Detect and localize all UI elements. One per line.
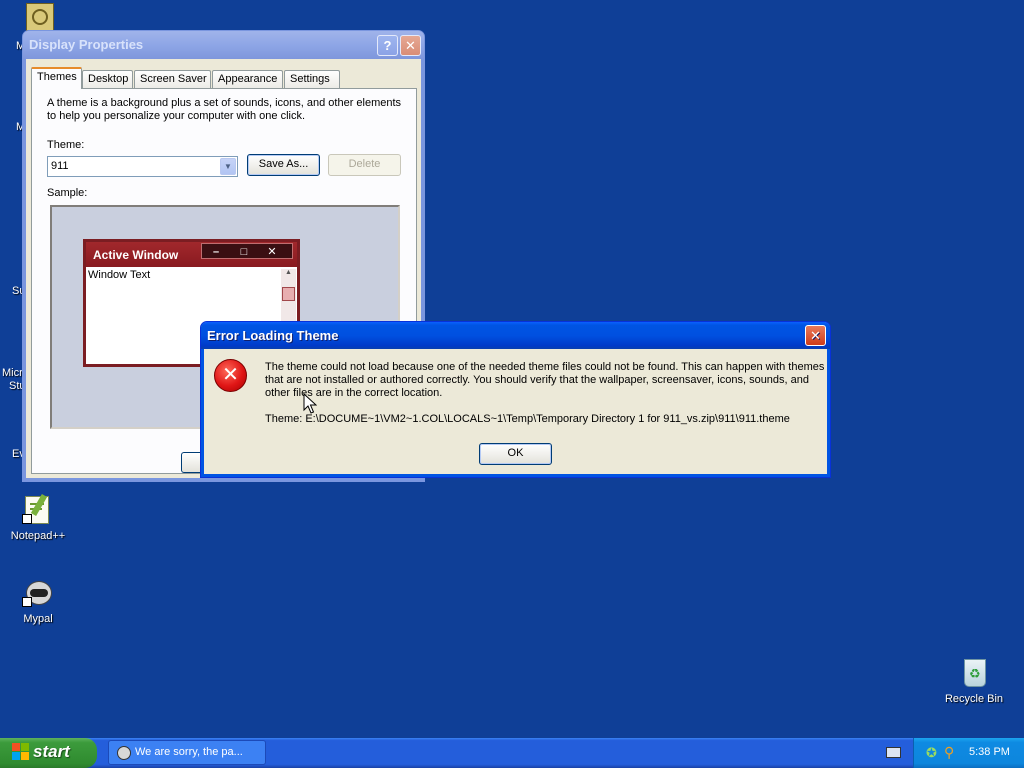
display-properties-titlebar[interactable]: Display Properties ? ✕	[23, 31, 424, 59]
tab-appearance[interactable]: Appearance	[212, 70, 283, 88]
device-icon	[32, 9, 48, 25]
taskbar-button-mypal[interactable]: We are sorry, the pa...	[108, 740, 266, 765]
sample-window-title: Active Window	[93, 248, 179, 262]
error-message-line1: The theme could not load because one of …	[265, 361, 825, 373]
clock[interactable]: 5:38 PM	[969, 746, 1010, 758]
close-icon: ✕	[267, 246, 277, 258]
search-icon[interactable]: ⚲	[944, 744, 954, 761]
theme-label: Theme:	[47, 139, 85, 151]
notepadpp-icon: ↗	[22, 493, 54, 526]
error-dialog-title: Error Loading Theme	[207, 328, 339, 343]
tab-screen-saver[interactable]: Screen Saver	[134, 70, 211, 88]
error-icon: ✕	[214, 359, 247, 392]
close-icon: ✕	[405, 38, 416, 53]
desktop-icon-notepadpp[interactable]: ↗ Notepad++	[0, 493, 76, 542]
start-label: start	[33, 742, 70, 761]
desktop-icon-mypal[interactable]: ↗ Mypal	[0, 577, 76, 625]
mouse-cursor-icon	[303, 393, 317, 414]
sample-window-text: Window Text	[88, 269, 151, 281]
error-message-line2: that are not installed or authored corre…	[265, 374, 810, 386]
minimize-icon: –	[212, 246, 220, 258]
recycle-bin-icon: ♻	[958, 657, 990, 689]
tab-desktop[interactable]: Desktop	[82, 70, 133, 88]
theme-description-line2: to help you personalize your computer wi…	[47, 110, 306, 122]
tab-themes[interactable]: Themes	[31, 67, 82, 89]
maximize-icon: □	[240, 246, 248, 258]
tab-settings[interactable]: Settings	[284, 70, 340, 88]
scroll-up-icon: ▲	[285, 269, 292, 276]
desktop-icon-top-partial[interactable]	[26, 3, 54, 31]
keyboard-icon[interactable]	[886, 747, 901, 758]
error-message-line3: other files are in the correct location.	[265, 387, 443, 399]
mypal-label: Mypal	[23, 613, 53, 625]
taskbar: start We are sorry, the pa... ✪ ⚲ 5:38 P…	[0, 738, 1024, 768]
close-button[interactable]: ✕	[400, 35, 421, 56]
sample-label: Sample:	[47, 187, 88, 199]
desktop-icon-recycle-bin[interactable]: ♻ Recycle Bin	[936, 657, 1012, 705]
notepadpp-label: Notepad++	[10, 530, 66, 542]
theme-dropdown-value: 911	[51, 160, 69, 172]
error-loading-theme-dialog: Error Loading Theme ✕ ✕ The theme could …	[200, 321, 831, 478]
ok-button[interactable]: OK	[479, 443, 552, 465]
recycle-bin-label: Recycle Bin	[944, 693, 1004, 705]
delete-button[interactable]: Delete	[328, 154, 401, 176]
error-theme-path: Theme: E:\DOCUME~1\VM2~1.COL\LOCALS~1\Te…	[265, 413, 790, 425]
close-icon: ✕	[810, 328, 821, 343]
window-title: Display Properties	[29, 37, 144, 52]
start-button[interactable]: start	[0, 738, 97, 768]
sample-window-controls: – □ ✕	[201, 243, 293, 259]
error-dialog-titlebar[interactable]: Error Loading Theme ✕	[201, 322, 830, 349]
sample-window-titlebar: Active Window – □ ✕	[86, 242, 297, 267]
taskbar-button-label: We are sorry, the pa...	[135, 746, 243, 758]
save-as-button[interactable]: Save As...	[247, 154, 320, 176]
theme-description-line1: A theme is a background plus a set of so…	[47, 97, 402, 109]
theme-dropdown[interactable]: 911 ▼	[47, 156, 238, 177]
chevron-down-icon[interactable]: ▼	[220, 158, 236, 175]
system-tray: ✪ ⚲ 5:38 PM	[913, 738, 1024, 768]
error-dialog-close-button[interactable]: ✕	[805, 325, 826, 346]
network-icon[interactable]: ✪	[926, 745, 937, 761]
help-button[interactable]: ?	[377, 35, 398, 56]
mypal-icon	[117, 746, 131, 760]
windows-flag-icon	[12, 743, 29, 760]
mypal-icon: ↗	[22, 577, 54, 609]
help-icon: ?	[383, 38, 392, 53]
scroll-thumb	[282, 287, 295, 301]
